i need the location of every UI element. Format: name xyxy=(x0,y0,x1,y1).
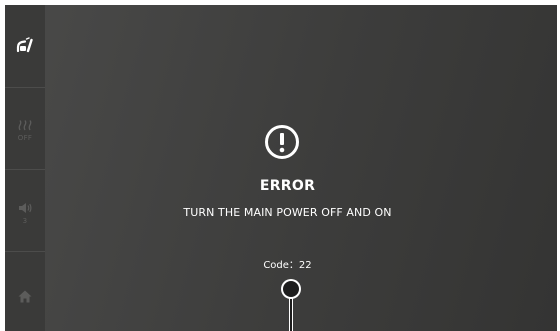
touch-pointer-icon xyxy=(281,279,301,331)
home-icon xyxy=(18,290,32,302)
sidebar: OFF 3 xyxy=(5,5,45,331)
volume-level: 3 xyxy=(22,216,28,225)
volume-icon xyxy=(19,202,32,213)
sidebar-item-seat-heater[interactable]: OFF xyxy=(5,109,45,153)
sidebar-item-home[interactable] xyxy=(5,281,45,311)
seat-heater-status: OFF xyxy=(17,134,33,142)
error-code: Code：22 xyxy=(263,260,312,271)
exclamation-circle-icon xyxy=(265,125,299,159)
clean-nozzle-icon xyxy=(16,37,33,53)
sidebar-item-nozzle[interactable] xyxy=(5,23,45,67)
device-screen: OFF 3 ERROR TURN THE MAIN POWER OFF AND … xyxy=(5,5,557,331)
sidebar-item-volume[interactable]: 3 xyxy=(5,191,45,235)
error-message: TURN THE MAIN POWER OFF AND ON xyxy=(183,206,392,219)
seat-heater-icon xyxy=(18,120,32,131)
sidebar-divider xyxy=(5,251,45,252)
error-title: ERROR xyxy=(259,178,316,194)
sidebar-divider xyxy=(5,169,45,170)
error-panel: ERROR TURN THE MAIN POWER OFF AND ON Cod… xyxy=(45,5,557,331)
sidebar-divider xyxy=(5,87,45,88)
